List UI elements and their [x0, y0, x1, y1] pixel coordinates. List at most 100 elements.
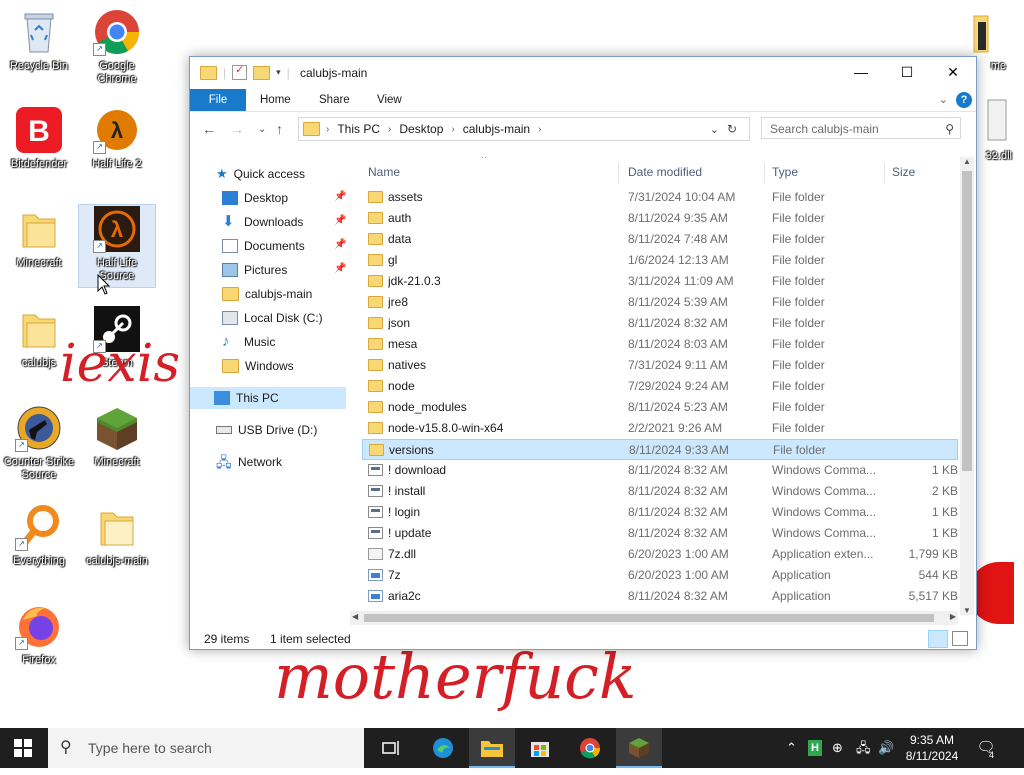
file-row[interactable]: ! update 8/11/2024 8:32 AM Windows Comma..…: [362, 523, 958, 544]
desktop-icon-calubjs-main[interactable]: calubjs-main: [79, 503, 155, 568]
start-button[interactable]: [0, 728, 46, 768]
scrollbar-thumb[interactable]: [962, 171, 972, 471]
file-row[interactable]: ! download 8/11/2024 8:32 AM Windows Comma…: [362, 460, 958, 481]
file-row[interactable]: 7z 6/20/2023 1:00 AM Application 544 KB: [362, 565, 958, 586]
scroll-down-icon[interactable]: ▼: [963, 606, 971, 615]
minimize-button[interactable]: —: [838, 57, 884, 87]
properties-icon[interactable]: ✓: [232, 64, 248, 80]
file-row[interactable]: node-v15.8.0-win-x64 2/2/2021 9:26 AM File…: [362, 418, 958, 439]
pin-icon[interactable]: 📌: [334, 191, 346, 202]
desktop-icon-minecraft-folder[interactable]: Minecraft: [1, 205, 77, 270]
pin-icon[interactable]: 📌: [334, 263, 346, 274]
nav-item-local-disk[interactable]: Local Disk (C:): [222, 307, 323, 329]
desktop-icon-bitdefender[interactable]: B Bitdefender: [1, 106, 77, 171]
nav-item-music[interactable]: ♪ Music: [222, 331, 275, 353]
tray-app-icon[interactable]: H: [808, 740, 822, 756]
file-row[interactable]: node 7/29/2024 9:24 AM File folder: [362, 376, 958, 397]
tab-view[interactable]: View: [377, 89, 402, 111]
nav-item-windows[interactable]: Windows: [222, 355, 294, 377]
taskbar-chrome[interactable]: [567, 728, 613, 768]
taskbar-edge[interactable]: [420, 728, 466, 768]
show-hidden-icons-button[interactable]: ⌃: [786, 728, 797, 768]
file-row[interactable]: node_modules 8/11/2024 5:23 AM File folder: [362, 397, 958, 418]
desktop-icon-everything[interactable]: ↗ Everything: [1, 503, 77, 568]
column-divider[interactable]: [884, 163, 885, 183]
column-header-date-modified[interactable]: Date modified: [628, 157, 702, 187]
file-row[interactable]: auth 8/11/2024 9:35 AM File folder: [362, 208, 958, 229]
taskbar-minecraft[interactable]: [616, 728, 662, 768]
scroll-right-icon[interactable]: ▶: [950, 612, 956, 621]
nav-item-calubjs-main[interactable]: calubjs-main: [222, 283, 312, 305]
desktop-icon-half-life-source[interactable]: λ ↗ Half Life Source: [78, 204, 156, 288]
file-row[interactable]: ! login 8/11/2024 8:32 AM Windows Comma...…: [362, 502, 958, 523]
column-divider[interactable]: [764, 163, 765, 183]
nav-item-downloads[interactable]: ⬇ Downloads: [222, 211, 303, 233]
close-button[interactable]: ✕: [930, 57, 976, 87]
desktop-icon-counter-strike-source[interactable]: ↗ Counter Strike Source: [1, 404, 77, 482]
desktop-icon-minecraft[interactable]: Minecraft: [79, 404, 155, 469]
nav-item-documents[interactable]: Documents: [222, 235, 305, 257]
taskbar-search-input[interactable]: ⚲ Type here to search: [48, 728, 364, 768]
maximize-button[interactable]: ☐: [884, 57, 930, 87]
file-row[interactable]: mesa 8/11/2024 8:03 AM File folder: [362, 334, 958, 355]
taskbar-clock[interactable]: 9:35 AM 8/11/2024: [894, 732, 970, 764]
desktop-icon-google-chrome[interactable]: ↗ Google Chrome: [79, 8, 155, 86]
address-dropdown-icon[interactable]: ⌄: [710, 123, 719, 136]
file-row[interactable]: jre8 8/11/2024 5:39 AM File folder: [362, 292, 958, 313]
back-arrow-icon[interactable]: ←: [202, 121, 216, 137]
tab-share[interactable]: Share: [319, 89, 350, 111]
file-row[interactable]: ! install 8/11/2024 8:32 AM Windows Comma.…: [362, 481, 958, 502]
file-row[interactable]: assets 7/31/2024 10:04 AM File folder: [362, 187, 958, 208]
file-row[interactable]: jdk-21.0.3 3/11/2024 11:09 AM File folder: [362, 271, 958, 292]
horizontal-scrollbar[interactable]: ◀ ▶: [350, 611, 958, 625]
scroll-up-icon[interactable]: ▲: [963, 157, 971, 166]
column-header-name[interactable]: Name: [368, 157, 400, 187]
breadcrumb-this-pc[interactable]: This PC: [337, 122, 380, 136]
desktop-icon-half-life-2[interactable]: λ ↗ Half Life 2: [79, 106, 155, 171]
expand-ribbon-icon[interactable]: ⌄: [939, 93, 948, 106]
file-row[interactable]: json 8/11/2024 8:32 AM File folder: [362, 313, 958, 334]
taskbar-store[interactable]: [517, 728, 563, 768]
customize-toolbar-icon[interactable]: ▾: [276, 67, 281, 78]
scroll-left-icon[interactable]: ◀: [352, 612, 358, 621]
pin-icon[interactable]: 📌: [334, 239, 346, 250]
nav-network[interactable]: 🖧 Network: [216, 451, 282, 473]
nav-usb-drive[interactable]: USB Drive (D:): [216, 419, 317, 441]
file-row[interactable]: versions 8/11/2024 9:33 AM File folder: [362, 439, 958, 460]
vertical-scrollbar[interactable]: ▲ ▼: [960, 157, 974, 615]
volume-icon[interactable]: 🔊: [878, 728, 894, 768]
new-folder-icon[interactable]: [253, 65, 271, 80]
network-icon[interactable]: 🖧: [856, 728, 871, 768]
taskbar-file-explorer[interactable]: [469, 728, 515, 768]
tab-home[interactable]: Home: [260, 89, 291, 111]
file-row[interactable]: aria2c 8/11/2024 8:32 AM Application 5,517 …: [362, 586, 958, 607]
breadcrumb-desktop[interactable]: Desktop: [399, 122, 443, 136]
column-header-size[interactable]: Size: [892, 157, 915, 187]
search-input[interactable]: Search calubjs-main ⚲: [761, 117, 961, 139]
refresh-icon[interactable]: ↻: [727, 122, 737, 136]
scrollbar-thumb[interactable]: [364, 614, 934, 622]
file-row[interactable]: gl 1/6/2024 12:13 AM File folder: [362, 250, 958, 271]
tab-file[interactable]: File: [190, 89, 246, 111]
desktop-icon-firefox[interactable]: ↗ Firefox: [1, 602, 77, 667]
breadcrumb-calubjs-main[interactable]: calubjs-main: [463, 122, 530, 136]
large-icons-view-icon[interactable]: [952, 631, 968, 646]
forward-arrow-icon[interactable]: →: [230, 121, 244, 137]
column-header-type[interactable]: Type: [772, 157, 798, 187]
column-divider[interactable]: [618, 163, 619, 183]
nav-item-desktop[interactable]: Desktop: [222, 187, 288, 209]
notifications-button[interactable]: 🗨 4: [976, 728, 996, 768]
up-arrow-icon[interactable]: ↑: [276, 121, 283, 137]
recent-locations-icon[interactable]: ⌄: [258, 124, 266, 135]
help-icon[interactable]: ?: [956, 92, 972, 108]
nav-item-pictures[interactable]: Pictures: [222, 259, 287, 281]
desktop-icon-recycle-bin[interactable]: Recycle Bin: [1, 8, 77, 73]
pin-icon[interactable]: 📌: [334, 215, 346, 226]
nav-quick-access[interactable]: ★ Quick access: [216, 163, 305, 185]
task-view-button[interactable]: [368, 728, 414, 768]
tray-device-icon[interactable]: ⊕: [832, 728, 843, 768]
file-row[interactable]: natives 7/31/2024 9:11 AM File folder: [362, 355, 958, 376]
file-row[interactable]: 7z.dll 6/20/2023 1:00 AM Application exten…: [362, 544, 958, 565]
file-row[interactable]: data 8/11/2024 7:48 AM File folder: [362, 229, 958, 250]
details-view-icon[interactable]: [928, 630, 948, 648]
